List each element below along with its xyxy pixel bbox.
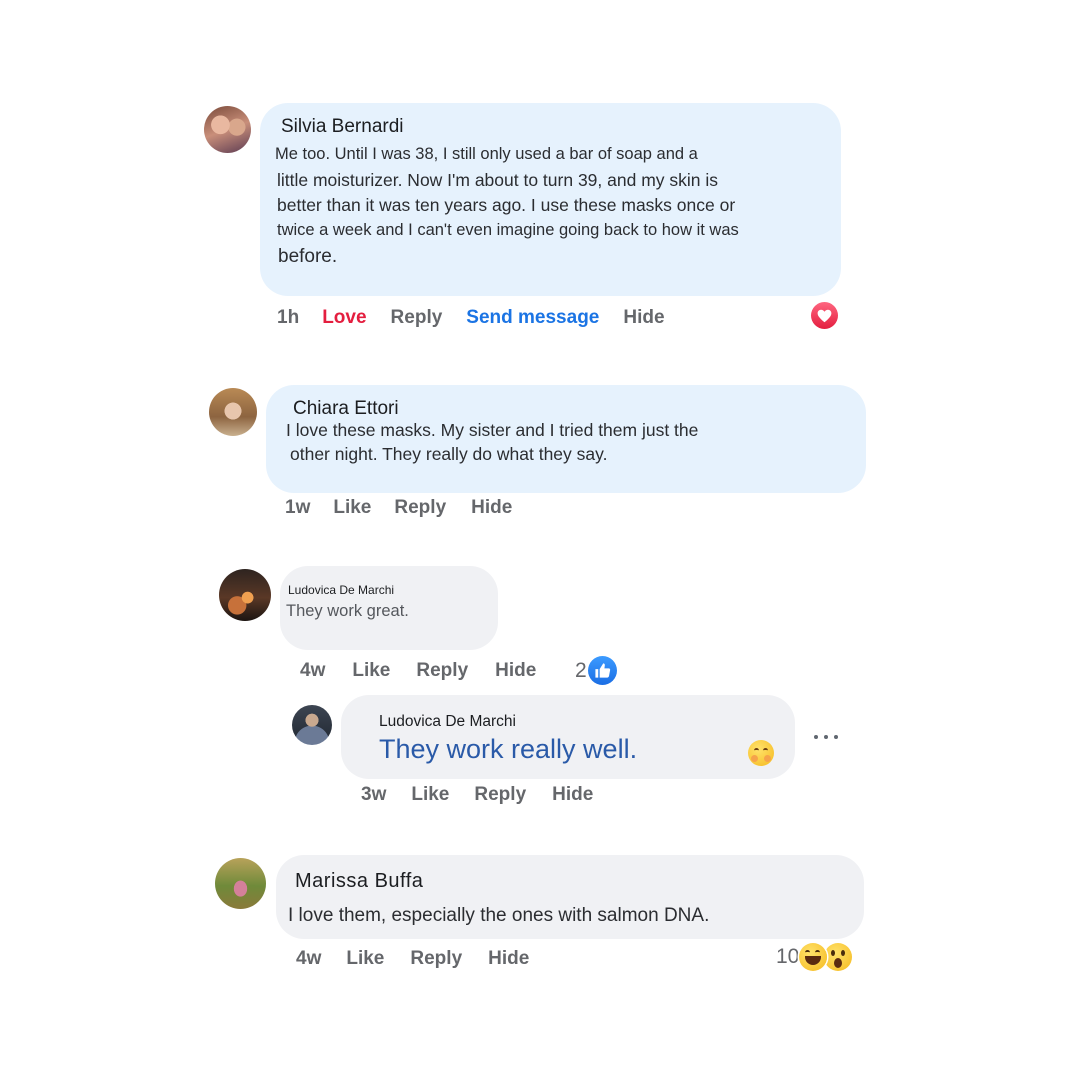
more-options-icon[interactable]	[814, 728, 838, 746]
hide-button[interactable]: Hide	[623, 307, 664, 329]
comment-actions: 1h Love Reply Send message Hide	[277, 307, 665, 329]
reply-button[interactable]: Reply	[410, 948, 462, 970]
timestamp[interactable]: 1h	[277, 307, 299, 329]
send-message-button[interactable]: Send message	[466, 307, 599, 329]
reply-button[interactable]: Reply	[474, 784, 526, 806]
hug-emoji-icon	[748, 740, 774, 766]
comment-text-line: I love them, especially the ones with sa…	[288, 905, 710, 926]
comment-author[interactable]: Ludovica De Marchi	[288, 583, 394, 597]
timestamp[interactable]: 4w	[300, 660, 325, 682]
reaction-count: 2	[575, 658, 587, 682]
comment-author[interactable]: Silvia Bernardi	[281, 116, 404, 138]
heart-icon[interactable]	[811, 302, 838, 329]
reaction-summary[interactable]: 10	[776, 943, 853, 971]
timestamp[interactable]: 3w	[361, 784, 386, 806]
comment-text-line: better than it was ten years ago. I use …	[277, 195, 736, 215]
laughing-emoji-icon	[799, 943, 828, 971]
like-button[interactable]: Like	[411, 784, 449, 806]
avatar[interactable]	[219, 569, 271, 621]
comment-author[interactable]: Ludovica De Marchi	[379, 713, 516, 731]
comment-text-line: They work really well.	[379, 734, 638, 764]
like-button[interactable]: Like	[333, 497, 371, 519]
timestamp[interactable]: 4w	[296, 948, 321, 970]
comment-text-line: before.	[278, 246, 338, 267]
comment-author[interactable]: Chiara Ettori	[293, 398, 399, 420]
hide-button[interactable]: Hide	[488, 948, 529, 970]
comment-text-line: little moisturizer. Now I'm about to tur…	[277, 170, 719, 190]
hide-button[interactable]: Hide	[552, 784, 593, 806]
comment-text-line: other night. They really do what they sa…	[290, 444, 608, 464]
avatar[interactable]	[209, 388, 257, 436]
hide-button[interactable]: Hide	[471, 497, 512, 519]
avatar[interactable]	[292, 705, 332, 745]
reply-button[interactable]: Reply	[391, 307, 443, 329]
comment-actions: 3w Like Reply Hide	[361, 784, 593, 806]
like-button[interactable]: Like	[352, 660, 390, 682]
avatar[interactable]	[204, 106, 251, 153]
hide-button[interactable]: Hide	[495, 660, 536, 682]
comment-text-line: I love these masks. My sister and I trie…	[286, 420, 699, 440]
comment-text-line: They work great.	[286, 602, 409, 620]
love-button[interactable]: Love	[322, 307, 366, 329]
reaction-summary[interactable]: 2	[575, 656, 617, 685]
reply-button[interactable]: Reply	[416, 660, 468, 682]
comment-text-line: Me too. Until I was 38, I still only use…	[275, 145, 698, 163]
avatar[interactable]	[215, 858, 266, 909]
reply-button[interactable]: Reply	[394, 497, 446, 519]
thumbs-up-icon	[587, 656, 617, 685]
comment-author[interactable]: Marissa Buffa	[295, 870, 423, 893]
wow-emoji-icon	[824, 943, 853, 971]
comment-actions: 4w Like Reply Hide	[296, 948, 529, 970]
timestamp[interactable]: 1w	[285, 497, 310, 519]
comment-actions: 1w Like Reply Hide	[285, 497, 512, 519]
comment-actions: 4w Like Reply Hide	[300, 660, 536, 682]
reaction-count: 10	[776, 945, 800, 968]
like-button[interactable]: Like	[346, 948, 384, 970]
comment-text-line: twice a week and I can't even imagine go…	[277, 221, 739, 239]
